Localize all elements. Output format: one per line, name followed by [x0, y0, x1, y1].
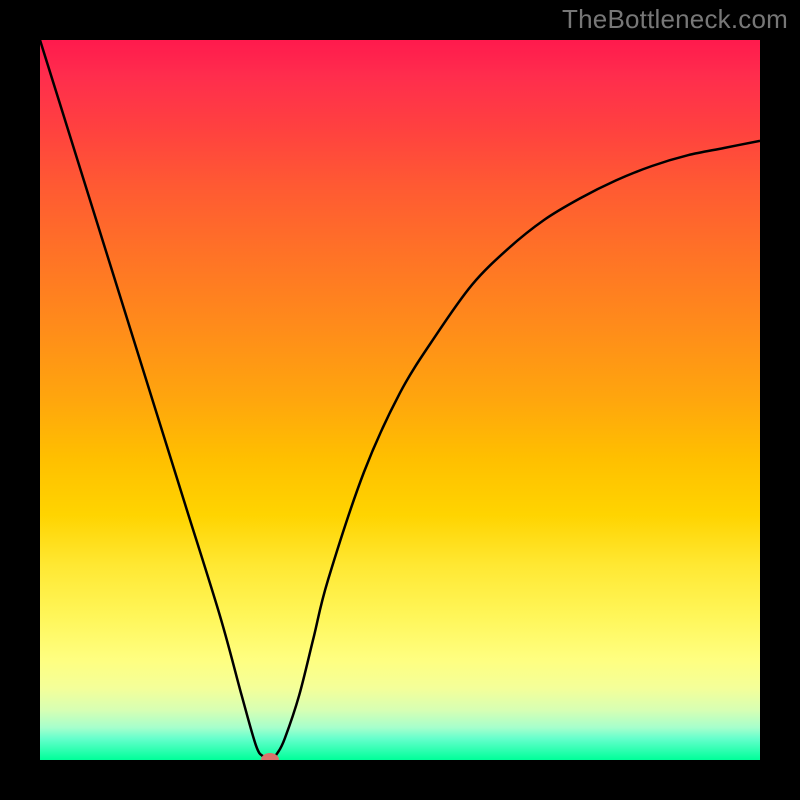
bottleneck-curve	[40, 40, 760, 760]
minimum-marker	[261, 753, 279, 760]
plot-area	[40, 40, 760, 760]
watermark-text: TheBottleneck.com	[562, 4, 788, 35]
chart-container: TheBottleneck.com	[0, 0, 800, 800]
curve-svg	[40, 40, 760, 760]
